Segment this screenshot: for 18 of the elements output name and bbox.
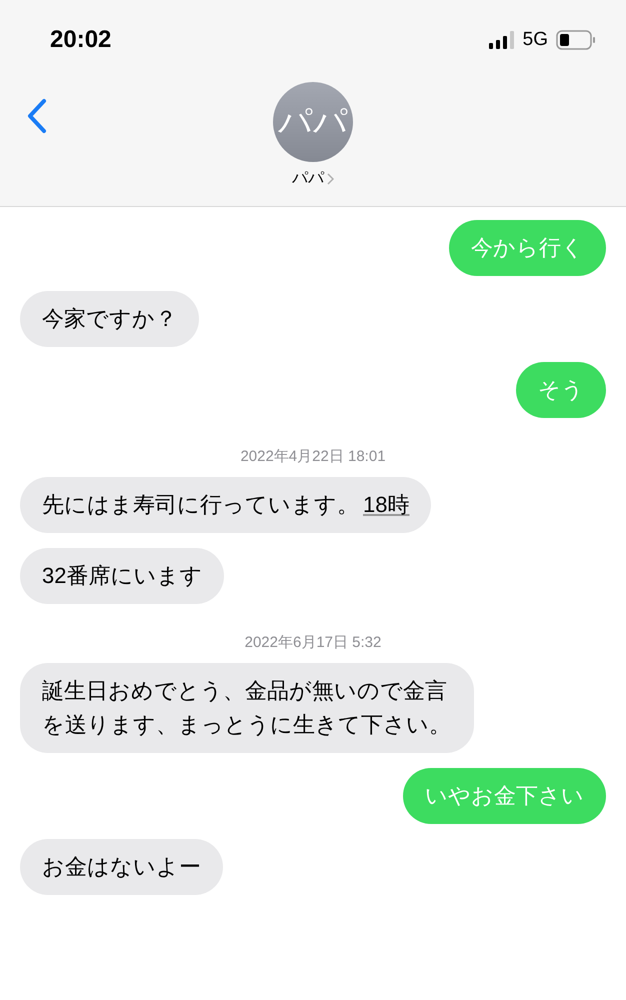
sent-message-bubble: いやお金下さい	[403, 768, 606, 824]
message-timestamp: 2022年6月17日 5:32	[244, 634, 382, 651]
received-message-bubble: 今家ですか？	[20, 291, 199, 347]
time-link[interactable]: 18時	[363, 492, 410, 517]
received-message-bubble: お金はないよー	[20, 839, 223, 895]
sent-message-bubble: 今から行く	[449, 220, 606, 276]
received-message-bubble: 32番席にいます	[20, 548, 224, 604]
message-timestamp: 2022年4月22日 18:01	[240, 448, 386, 465]
chevron-icon[interactable]	[327, 172, 334, 184]
back-icon[interactable]	[26, 98, 48, 134]
network-label: 5G	[522, 29, 548, 51]
received-message-bubble: 誕生日おめでとう、金品が無いので金言を送ります、まっとうに生きて下さい。	[20, 663, 474, 753]
sent-message-bubble: そう	[516, 362, 606, 418]
signal-icon	[488, 31, 515, 49]
battery-icon	[556, 30, 596, 50]
status-time: 20:02	[50, 26, 112, 54]
contact-name[interactable]: パパ	[292, 168, 324, 189]
received-message-bubble: 先にはま寿司に行っています。 18時	[20, 477, 432, 533]
